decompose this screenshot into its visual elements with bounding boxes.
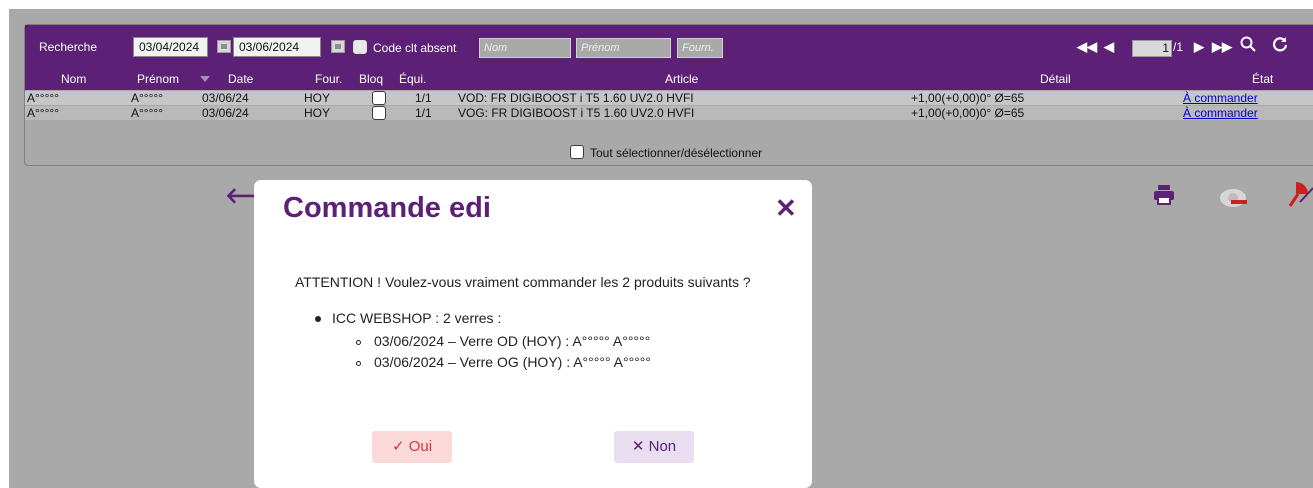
col-etat[interactable]: État [1252,72,1273,86]
circle-bullet-icon [356,361,361,366]
select-all-checkbox[interactable] [570,145,584,159]
cell-date: 03/06/24 [202,91,249,105]
etat-link[interactable]: À commander [1183,91,1258,105]
circle-bullet-icon [356,340,361,345]
etat-link[interactable]: À commander [1183,106,1258,120]
bloq-checkbox[interactable] [372,106,386,120]
next-page-icon[interactable]: ▶ [1194,39,1204,55]
cell-article: VOG: FR DIGIBOOST i T5 1.60 UV2.0 HVFI [458,106,695,120]
table-row[interactable]: A°°°°° A°°°°° 03/06/24 HOY 1/1 VOD: FR D… [25,91,1313,105]
cell-four: HOY [304,106,331,120]
non-button[interactable]: ✕ Non [614,431,694,463]
date-to-calendar-icon[interactable] [331,40,345,53]
cell-nom: A°°°°° [27,106,59,120]
page-input[interactable]: 1 [1132,40,1172,57]
prenom-filter-input[interactable]: Prénom [576,38,671,58]
first-page-icon[interactable]: ◀◀ [1077,39,1097,55]
cell-equi: 1/1 [415,91,432,105]
red-tool-icon[interactable] [1286,180,1313,213]
last-page-icon[interactable]: ▶▶ [1212,39,1232,55]
page-total: /1 [1173,40,1184,54]
col-article[interactable]: Article [665,72,698,86]
cell-article: VOD: FR DIGIBOOST i T5 1.60 UV2.0 HVFI [458,91,694,105]
eye-icon[interactable] [1218,187,1252,212]
col-equi[interactable]: Équi. [399,72,426,86]
bullet-icon [315,316,321,322]
x-icon: ✕ [631,438,645,455]
refresh-icon[interactable] [1272,36,1288,55]
date-from-calendar-icon[interactable] [217,40,231,53]
dialog-message: ATTENTION ! Voulez-vous vraiment command… [295,274,751,290]
code-clt-absent-checkbox[interactable] [353,40,367,54]
search-icon[interactable] [1240,36,1256,55]
oui-label: Oui [408,438,433,455]
date-from-input[interactable]: 03/04/2024 [133,37,208,57]
sort-down-icon[interactable] [200,76,210,82]
print-icon[interactable] [1153,185,1175,208]
nom-filter-input[interactable]: Nom [479,38,571,58]
date-to-input[interactable]: 03/06/2024 [233,37,321,57]
cell-equi: 1/1 [415,106,432,120]
cell-four: HOY [304,91,331,105]
cell-detail: +1,00(+0,00)0° Ø=65 [911,106,1025,120]
column-headers: Nom Prénom Date Four. Bloq Équi. Article… [25,69,1313,90]
cell-prenom: A°°°°° [131,91,163,105]
check-icon: ✓ [391,438,405,455]
col-date[interactable]: Date [228,72,253,86]
product-item: 03/06/2024 – Verre OG (HOY) : A°°°°° A°°… [374,354,651,370]
dialog-title: Commande edi [283,192,491,224]
col-nom[interactable]: Nom [61,72,86,86]
col-detail[interactable]: Détail [1040,72,1071,86]
col-prenom[interactable]: Prénom [137,72,179,86]
cell-detail: +1,00(+0,00)0° Ø=65 [911,91,1025,105]
commande-edi-dialog: Commande edi ✕ ATTENTION ! Voulez-vous v… [254,180,812,488]
cell-nom: A°°°°° [27,91,59,105]
col-bloq[interactable]: Bloq [359,72,383,86]
product-group: ICC WEBSHOP : 2 verres : [332,310,502,326]
cell-date: 03/06/24 [202,106,249,120]
cell-prenom: A°°°°° [131,106,163,120]
previous-page-icon[interactable]: ◀ [1104,39,1114,55]
code-clt-absent-label: Code clt absent [373,41,457,55]
product-item: 03/06/2024 – Verre OD (HOY) : A°°°°° A°°… [374,333,651,349]
bloq-checkbox[interactable] [372,91,386,105]
select-all-label[interactable]: Tout sélectionner/désélectionner [590,146,762,160]
non-label: Non [648,438,677,455]
table-row[interactable]: A°°°°° A°°°°° 03/06/24 HOY 1/1 VOG: FR D… [25,106,1313,120]
fourn-filter-input[interactable]: Fourn. [677,38,723,58]
close-icon[interactable]: ✕ [775,193,797,223]
oui-button[interactable]: ✓ Oui [372,431,452,463]
col-four[interactable]: Four. [315,72,342,86]
orders-panel: Recherche 03/04/2024 03/06/2024 Code clt… [24,24,1313,166]
search-toolbar: Recherche 03/04/2024 03/06/2024 Code clt… [25,25,1313,69]
search-label: Recherche [39,40,98,54]
